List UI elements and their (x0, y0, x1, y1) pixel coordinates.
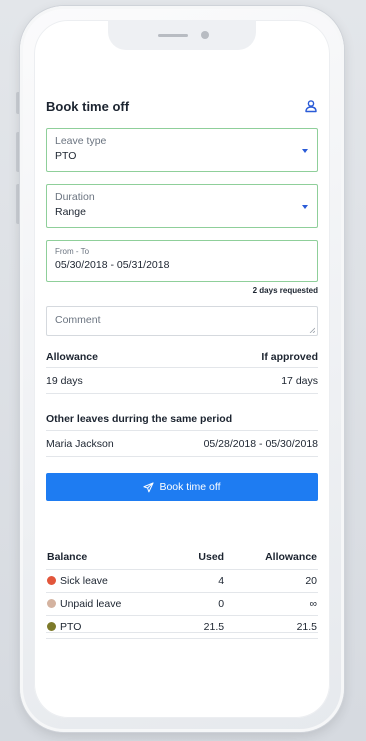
allowance-cell: 21.5 (225, 615, 318, 639)
table-row: Unpaid leave 0 ∞ (46, 592, 318, 616)
bottom-divider (46, 632, 318, 633)
resize-grip-icon[interactable] (309, 327, 315, 333)
leave-name-cell: Unpaid leave (46, 592, 178, 616)
allowance-column-header: Allowance (225, 545, 318, 570)
date-range-value: 05/30/2018 - 05/31/2018 (55, 259, 170, 271)
phone-frame: Book time off Leave type PTO Duration Ra… (20, 6, 344, 732)
duration-label: Duration (55, 191, 95, 203)
duration-select[interactable]: Duration Range (46, 184, 318, 228)
other-leave-period: 05/28/2018 - 05/30/2018 (203, 437, 318, 450)
allowance-value: 19 days (46, 374, 83, 387)
phone-notch (108, 20, 256, 50)
used-header: Used (177, 545, 226, 570)
balance-table: Balance Used Allowance Sick leave 4 20 U… (46, 545, 318, 639)
other-leave-row: Maria Jackson 05/28/2018 - 05/30/2018 (46, 431, 318, 457)
leave-type-label: Leave type (55, 135, 107, 147)
speaker-grille (158, 34, 188, 37)
duration-value: Range (55, 206, 86, 218)
if-approved-header: If approved (261, 350, 318, 363)
allowance-header: Allowance (46, 350, 98, 363)
unpaid-leave-color-dot (47, 599, 56, 608)
leave-type-value: PTO (55, 150, 77, 162)
allowance-header-row: Allowance If approved (46, 346, 318, 368)
balance-header-row: Balance Used Allowance (46, 545, 318, 570)
comment-placeholder: Comment (55, 314, 101, 326)
book-time-off-form: Book time off Leave type PTO Duration Ra… (46, 96, 318, 639)
book-time-off-button[interactable]: Book time off (46, 473, 318, 501)
used-cell: 21.5 (177, 615, 226, 639)
leave-name-cell: PTO (46, 615, 178, 639)
leave-type-select[interactable]: Leave type PTO (46, 128, 318, 172)
user-icon[interactable] (304, 99, 318, 113)
days-requested: 2 days requested (252, 286, 318, 295)
other-leave-name: Maria Jackson (46, 437, 114, 450)
allowance-values-row: 19 days 17 days (46, 368, 318, 394)
date-range-input[interactable]: From - To 05/30/2018 - 05/31/2018 (46, 240, 318, 282)
comment-textarea[interactable]: Comment (46, 306, 318, 336)
if-approved-value: 17 days (281, 374, 318, 387)
table-row: PTO 21.5 21.5 (46, 615, 318, 639)
balance-header: Balance (46, 545, 178, 570)
send-icon (143, 481, 155, 492)
allowance-cell: 20 (225, 569, 318, 593)
front-camera (201, 31, 209, 39)
leave-name: Sick leave (60, 575, 108, 587)
book-time-off-button-label: Book time off (159, 481, 221, 493)
chevron-down-icon (302, 205, 308, 209)
sick-leave-color-dot (47, 576, 56, 585)
page-title: Book time off (46, 98, 130, 114)
allowance-cell: ∞ (225, 592, 318, 616)
stage: Book time off Leave type PTO Duration Ra… (0, 0, 366, 741)
leave-name-cell: Sick leave (46, 569, 178, 593)
used-cell: 0 (177, 592, 226, 616)
pto-color-dot (47, 622, 56, 631)
phone-screen: Book time off Leave type PTO Duration Ra… (34, 20, 330, 718)
table-row: Sick leave 4 20 (46, 569, 318, 593)
used-cell: 4 (177, 569, 226, 593)
chevron-down-icon (302, 149, 308, 153)
other-leaves-title: Other leaves durring the same period (46, 408, 318, 431)
date-range-label: From - To (55, 247, 90, 256)
leave-name: Unpaid leave (60, 598, 122, 610)
title-row: Book time off (46, 96, 318, 116)
